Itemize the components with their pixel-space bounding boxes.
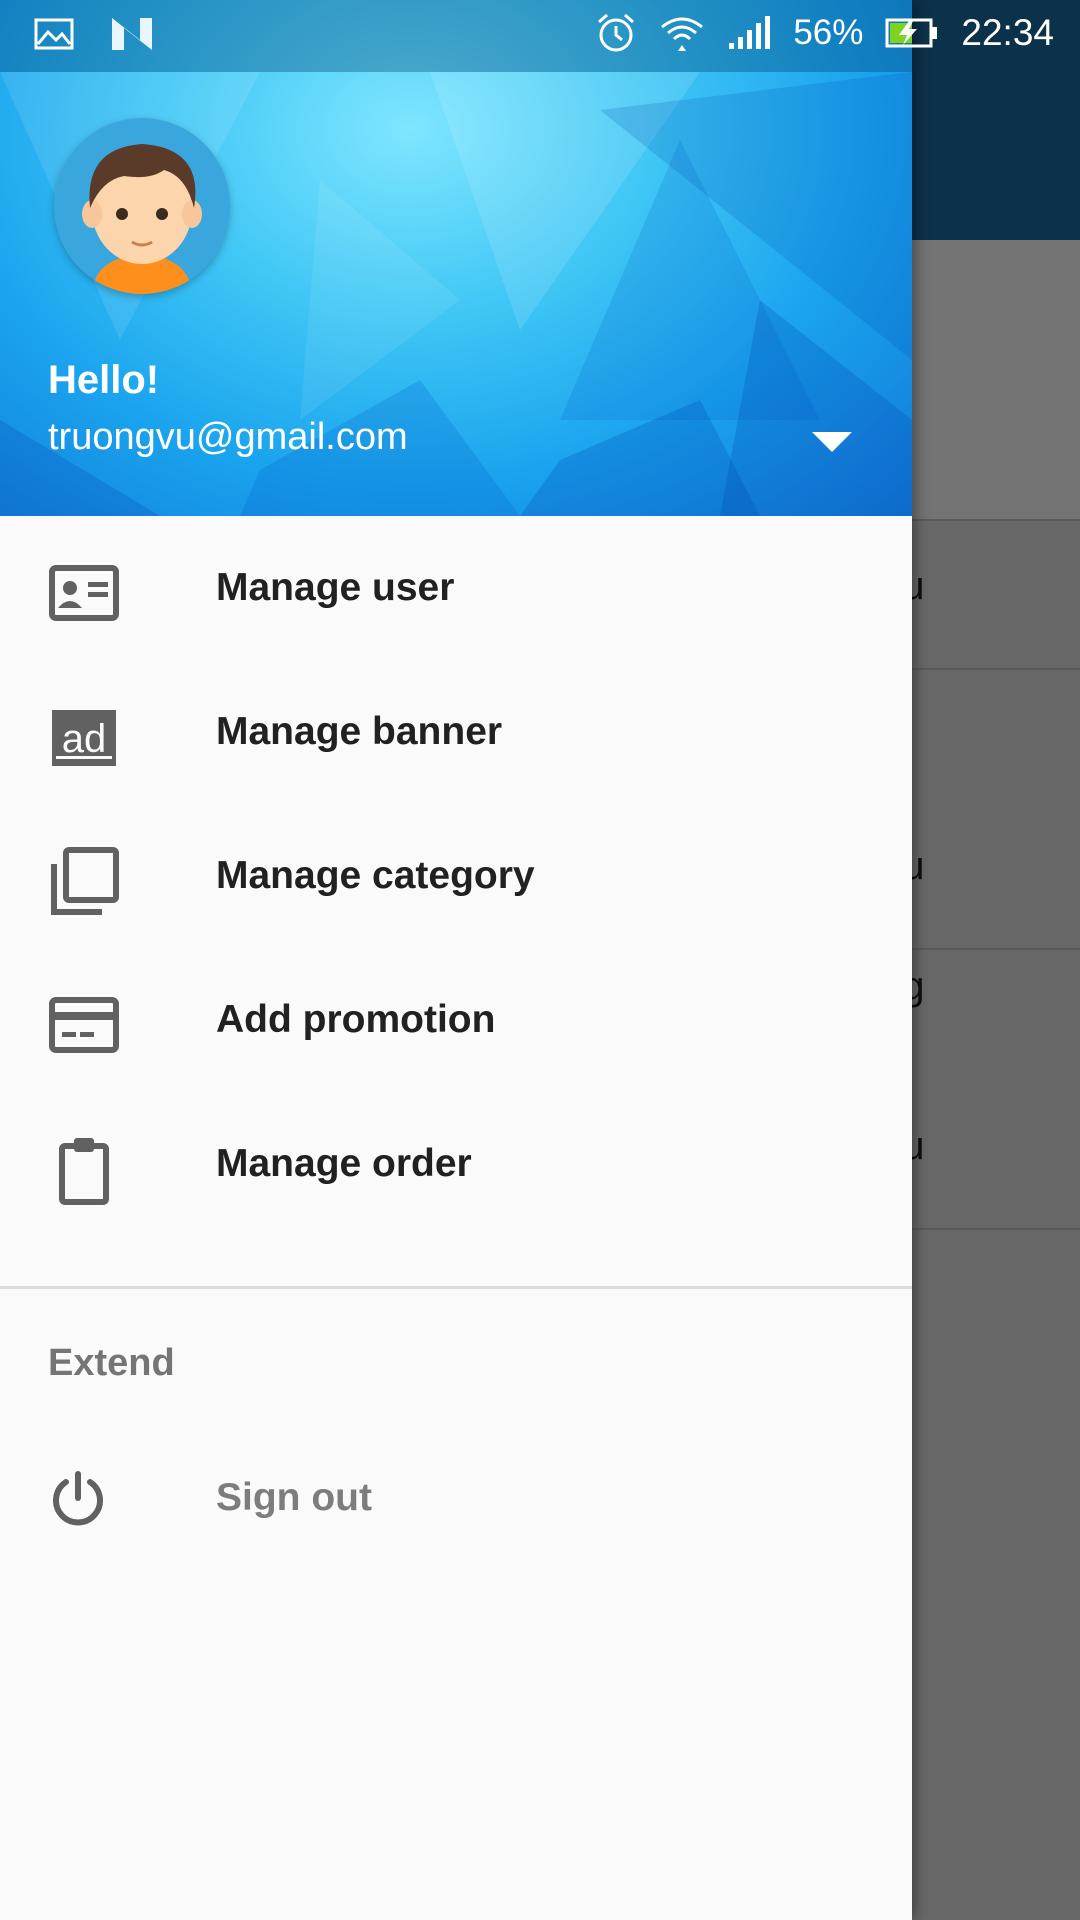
- account-email: truongvu@gmail.com: [48, 416, 408, 458]
- menu-item-manage-order[interactable]: Manage order: [0, 1092, 912, 1236]
- alarm-icon: [598, 13, 635, 52]
- greeting-text: Hello!: [48, 358, 160, 402]
- menu-item-manage-user[interactable]: Manage user: [0, 516, 912, 660]
- power-icon: [53, 1471, 103, 1526]
- menu-item-label: Manage category: [216, 854, 535, 897]
- menu-item-label: Manage banner: [216, 710, 503, 753]
- sign-out-button[interactable]: Sign out: [0, 1436, 912, 1560]
- svg-text:ad: ad: [62, 717, 107, 761]
- menu-divider: [0, 1286, 912, 1289]
- id-card-icon: [49, 565, 119, 621]
- section-title-extend: Extend: [48, 1342, 175, 1384]
- navigation-drawer: Hello! truongvu@gmail.com Manage user ad: [0, 0, 912, 1920]
- menu-item-manage-banner[interactable]: ad Manage banner: [0, 660, 912, 804]
- drawer-header: Hello! truongvu@gmail.com: [0, 0, 912, 516]
- sign-out-label: Sign out: [216, 1476, 372, 1519]
- menu-item-label: Manage order: [216, 1142, 472, 1185]
- library-icon: [51, 847, 119, 915]
- image-icon: [34, 18, 74, 50]
- n-icon: [112, 18, 152, 50]
- clock: 22:34: [961, 12, 1054, 53]
- account-dropdown-button[interactable]: [806, 424, 858, 464]
- battery-percentage: 56%: [793, 13, 864, 52]
- avatar-face-icon: [54, 118, 230, 294]
- ad-icon: ad: [52, 710, 116, 766]
- menu-item-add-promotion[interactable]: Add promotion: [0, 948, 912, 1092]
- card-icon: [49, 997, 119, 1053]
- signal-icon: [729, 16, 771, 49]
- battery-charging-icon: [885, 18, 938, 48]
- menu-item-label: Manage user: [216, 566, 455, 609]
- menu-item-label: Add promotion: [216, 998, 496, 1041]
- wifi-icon: [661, 17, 704, 51]
- clipboard-icon: [59, 1138, 109, 1205]
- menu-item-manage-category[interactable]: Manage category: [0, 804, 912, 948]
- arrow-drop-down-icon: [812, 432, 852, 452]
- status-bar: 56% 22:34: [0, 0, 1080, 72]
- avatar[interactable]: [54, 118, 230, 294]
